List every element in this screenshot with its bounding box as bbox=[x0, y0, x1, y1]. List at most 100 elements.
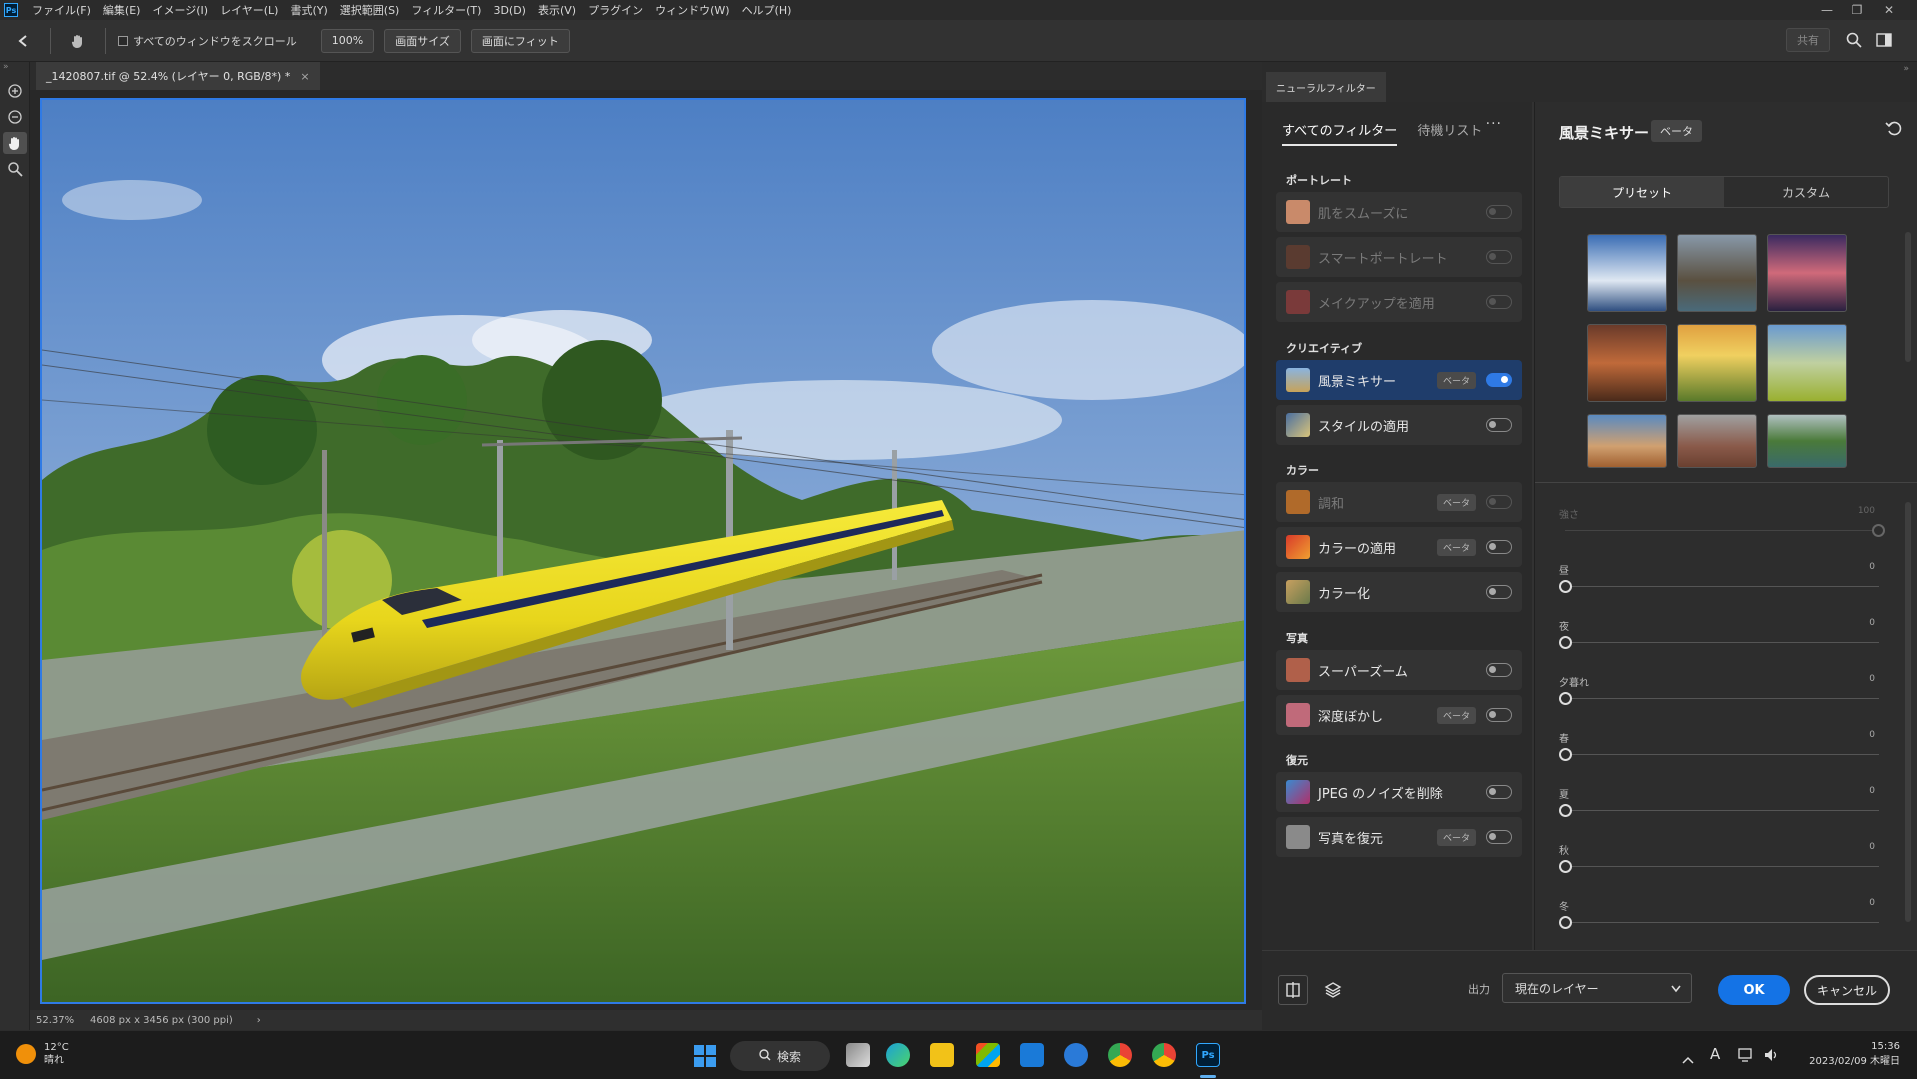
menu-image[interactable]: イメージ(I) bbox=[146, 2, 214, 18]
menu-filter[interactable]: フィルター(T) bbox=[405, 2, 487, 18]
slider-track[interactable] bbox=[1565, 586, 1879, 587]
filter-depth-blur[interactable]: 深度ぼかし ベータ bbox=[1276, 695, 1522, 735]
preset-thumbnail[interactable] bbox=[1587, 414, 1667, 468]
toggle-switch[interactable] bbox=[1486, 495, 1512, 509]
slider-track[interactable] bbox=[1565, 698, 1879, 699]
menu-file[interactable]: ファイル(F) bbox=[26, 2, 97, 18]
filter-style-transfer[interactable]: スタイルの適用 bbox=[1276, 405, 1522, 445]
toggle-switch[interactable] bbox=[1486, 830, 1512, 844]
volume-icon[interactable] bbox=[1764, 1047, 1780, 1066]
menu-edit[interactable]: 編集(E) bbox=[97, 2, 147, 18]
menu-help[interactable]: ヘルプ(H) bbox=[736, 2, 798, 18]
filter-smooth-skin[interactable]: 肌をスムーズに bbox=[1276, 192, 1522, 232]
filter-color-transfer[interactable]: カラーの適用 ベータ bbox=[1276, 527, 1522, 567]
night-slider[interactable]: 夜 0 bbox=[1559, 618, 1879, 664]
minimize-icon[interactable]: — bbox=[1812, 0, 1842, 20]
zoom-level[interactable]: 52.37% bbox=[36, 1015, 86, 1026]
presets-scrollbar[interactable] bbox=[1905, 232, 1911, 362]
chrome-profile-icon[interactable] bbox=[1152, 1043, 1176, 1067]
weather-widget[interactable]: 12°C 晴れ bbox=[16, 1041, 69, 1067]
menu-view[interactable]: 表示(V) bbox=[532, 2, 582, 18]
day-slider[interactable]: 昼 0 bbox=[1559, 562, 1879, 608]
preview-compare-icon[interactable] bbox=[1278, 975, 1308, 1005]
preset-thumbnail[interactable] bbox=[1677, 414, 1757, 468]
toggle-switch[interactable] bbox=[1486, 708, 1512, 722]
slider-knob[interactable] bbox=[1559, 916, 1572, 929]
preset-thumbnail[interactable] bbox=[1767, 324, 1847, 402]
back-arrow-icon[interactable] bbox=[8, 34, 38, 48]
filter-colorize[interactable]: カラー化 bbox=[1276, 572, 1522, 612]
slider-knob[interactable] bbox=[1559, 580, 1572, 593]
reset-icon[interactable] bbox=[1885, 120, 1903, 140]
summer-slider[interactable]: 夏 0 bbox=[1559, 786, 1879, 832]
collapse-icon[interactable]: » bbox=[0, 62, 29, 76]
preset-thumbnail[interactable] bbox=[1587, 324, 1667, 402]
slider-knob[interactable] bbox=[1559, 636, 1572, 649]
store-icon[interactable] bbox=[976, 1043, 1000, 1067]
toggle-switch[interactable] bbox=[1486, 663, 1512, 677]
filter-landscape-mixer[interactable]: 風景ミキサー ベータ bbox=[1276, 360, 1522, 400]
filter-smart-portrait[interactable]: スマートポートレート bbox=[1276, 237, 1522, 277]
zoom-tool-icon[interactable] bbox=[3, 158, 27, 180]
filter-photo-restore[interactable]: 写真を復元 ベータ bbox=[1276, 817, 1522, 857]
toggle-switch[interactable] bbox=[1486, 295, 1512, 309]
tab-preset[interactable]: プリセット bbox=[1560, 177, 1724, 207]
search-icon[interactable] bbox=[1846, 32, 1862, 51]
output-select[interactable]: 現在のレイヤー bbox=[1502, 973, 1692, 1003]
tab-waitlist[interactable]: 待機リスト bbox=[1417, 120, 1482, 146]
preset-thumbnail[interactable] bbox=[1767, 414, 1847, 468]
menu-3d[interactable]: 3D(D) bbox=[487, 4, 532, 17]
filter-jpeg-artifacts[interactable]: JPEG のノイズを削除 bbox=[1276, 772, 1522, 812]
layers-preview-icon[interactable] bbox=[1318, 975, 1348, 1005]
restore-icon[interactable]: ❐ bbox=[1842, 0, 1872, 20]
ok-button[interactable]: OK bbox=[1718, 975, 1790, 1005]
sunset-slider[interactable]: 夕暮れ 0 bbox=[1559, 674, 1879, 720]
toggle-switch[interactable] bbox=[1486, 250, 1512, 264]
more-options-icon[interactable]: ··· bbox=[1486, 116, 1502, 132]
preset-thumbnail[interactable] bbox=[1677, 324, 1757, 402]
status-menu-icon[interactable]: › bbox=[257, 1015, 261, 1026]
checkbox-box[interactable] bbox=[118, 35, 128, 46]
menu-window[interactable]: ウィンドウ(W) bbox=[649, 2, 735, 18]
slider-track[interactable] bbox=[1565, 922, 1879, 923]
collapse-panel-icon[interactable]: » bbox=[1903, 64, 1909, 74]
menu-select[interactable]: 選択範囲(S) bbox=[334, 2, 406, 18]
photoshop-taskbar-icon[interactable]: Ps bbox=[1196, 1043, 1220, 1067]
toggle-switch[interactable] bbox=[1486, 585, 1512, 599]
close-icon[interactable]: ✕ bbox=[1874, 0, 1904, 20]
taskbar-search[interactable]: 検索 bbox=[730, 1041, 830, 1071]
menu-layer[interactable]: レイヤー(L) bbox=[214, 2, 284, 18]
zoom-in-icon[interactable] bbox=[3, 80, 27, 102]
task-view-icon[interactable] bbox=[846, 1043, 870, 1067]
settings-scrollbar[interactable] bbox=[1905, 502, 1911, 922]
toggle-switch[interactable] bbox=[1486, 418, 1512, 432]
network-icon[interactable] bbox=[1738, 1047, 1754, 1066]
chrome-icon[interactable] bbox=[1108, 1043, 1132, 1067]
chevron-up-icon[interactable] bbox=[1682, 1049, 1694, 1068]
toggle-switch[interactable] bbox=[1486, 540, 1512, 554]
cancel-button[interactable]: キャンセル bbox=[1804, 975, 1890, 1005]
fit-screen-button[interactable]: 画面サイズ bbox=[384, 28, 461, 53]
zoom-out-icon[interactable] bbox=[3, 106, 27, 128]
filter-super-zoom[interactable]: スーパーズーム bbox=[1276, 650, 1522, 690]
clock[interactable]: 15:36 2023/02/09 木曜日 bbox=[1796, 1039, 1900, 1069]
scroll-all-windows-checkbox[interactable]: すべてのウィンドウをスクロール bbox=[118, 33, 297, 49]
document-tab[interactable]: _1420807.tif @ 52.4% (レイヤー 0, RGB/8*) * … bbox=[36, 62, 320, 90]
start-icon[interactable] bbox=[694, 1045, 716, 1071]
toggle-switch[interactable] bbox=[1486, 373, 1512, 387]
autumn-slider[interactable]: 秋 0 bbox=[1559, 842, 1879, 888]
slider-knob[interactable] bbox=[1559, 804, 1572, 817]
filter-harmonize[interactable]: 調和 ベータ bbox=[1276, 482, 1522, 522]
fill-screen-button[interactable]: 画面にフィット bbox=[470, 28, 570, 53]
edge-icon[interactable] bbox=[886, 1043, 910, 1067]
slider-track[interactable] bbox=[1565, 530, 1879, 531]
slider-knob[interactable] bbox=[1559, 748, 1572, 761]
filter-makeup[interactable]: メイクアップを適用 bbox=[1276, 282, 1522, 322]
menu-plugins[interactable]: プラグイン bbox=[582, 2, 649, 18]
slider-track[interactable] bbox=[1565, 810, 1879, 811]
toggle-switch[interactable] bbox=[1486, 205, 1512, 219]
slider-track[interactable] bbox=[1565, 754, 1879, 755]
zoom-100-button[interactable]: 100% bbox=[320, 28, 375, 53]
tab-custom[interactable]: カスタム bbox=[1724, 177, 1888, 207]
preset-thumbnail[interactable] bbox=[1767, 234, 1847, 312]
